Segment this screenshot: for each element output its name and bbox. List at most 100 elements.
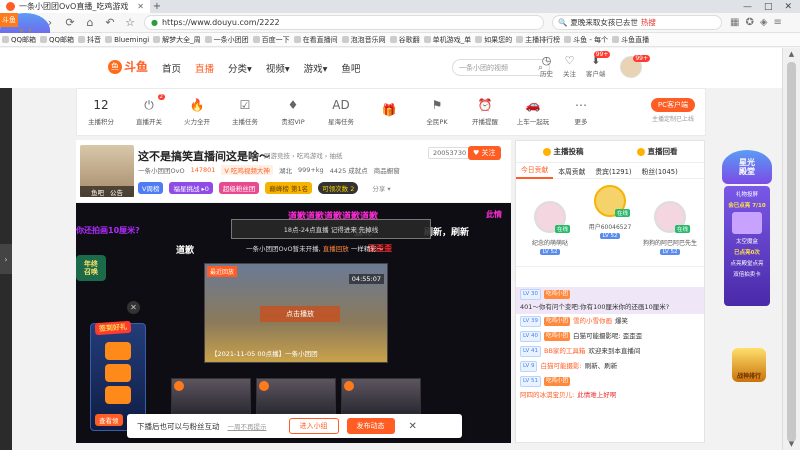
pc-client-button[interactable]: PC客户端 — [650, 98, 695, 112]
peak-rank-badge[interactable]: 巅峰榜 第1名 — [265, 182, 313, 194]
star-hall-activity[interactable]: 星光 殿堂 礼物投屏 会已点亮 7/10 太空魔盒 已点亮0次 点亮殿堂点亮 双倍拍卖卡 — [722, 150, 772, 306]
douyu-logo[interactable]: 鱼 斗鱼 — [108, 58, 148, 75]
tool-item[interactable]: ⚑ 全民PK — [413, 98, 461, 126]
bookmark-item[interactable]: 百度一下 — [252, 35, 290, 45]
replay-player[interactable]: 最近回放 04:55:07 点击播放 【2021-11-05 00点播】一条小团… — [204, 263, 388, 363]
tool-item[interactable]: ☑ 主播任务 — [221, 98, 269, 126]
bookmark-item[interactable]: 抖音 — [78, 35, 101, 45]
user-avatar[interactable]: 99+ — [620, 55, 650, 78]
super-fan-badge[interactable]: 超级粉丝团 — [218, 182, 260, 194]
anchor-name[interactable]: 一条小团团OvO — [138, 165, 185, 175]
room-category[interactable]: 网游竞技 › 吃鸡游戏 › 抽纸 — [264, 150, 342, 160]
tab-today[interactable]: 今日贡献 — [516, 163, 554, 179]
chat-message[interactable]: 阿四的冰淇宝贝儿: 此情难上好啊 — [516, 389, 704, 402]
maximize-button[interactable]: □ — [764, 2, 773, 12]
url-input[interactable]: ● https://www.douyu.com/2222 ★ ▾ — [0, 13, 544, 47]
minimize-button[interactable]: — — [743, 2, 752, 12]
nav-live[interactable]: 直播 — [195, 61, 214, 75]
chat-message[interactable]: LV 41 BB家的工具箱 欢迎来到本直播间 — [516, 344, 704, 359]
gift-icon[interactable]: ◈ — [760, 17, 768, 28]
chat-message[interactable]: LV 39 吃鸡小团 雪的小雪你画 爆笑 — [516, 314, 704, 329]
browser-search-input[interactable]: 🔍 夏晚来取女孩已去世 热搜 — [552, 15, 722, 30]
refresh-icon[interactable]: ⟳ — [64, 16, 76, 29]
follow-list-button[interactable]: ♡ 关注 — [563, 54, 576, 78]
post-update-button[interactable]: 发布动态 — [346, 418, 395, 434]
nav-game[interactable]: 游戏▾ — [304, 61, 328, 75]
bookmark-item[interactable]: 斗鱼直播 — [612, 35, 649, 45]
nav-category[interactable]: 分类▾ — [228, 61, 252, 75]
shop-window[interactable]: 商品橱窗 — [374, 165, 400, 175]
menu-icon[interactable]: ≡ — [774, 17, 782, 28]
replay-thumbnail[interactable] — [341, 378, 421, 414]
bookmark-item[interactable]: 单机游戏_单 — [423, 35, 471, 45]
tool-item[interactable]: ⏰ 开播提醒 — [461, 98, 509, 126]
replay-thumbnail[interactable] — [256, 378, 336, 414]
bookmark-item[interactable]: 解梦大全_周 — [153, 35, 201, 45]
bookmark-item[interactable]: 泡泡音乐网 — [341, 35, 386, 45]
play-button[interactable]: 点击播放 — [260, 306, 340, 322]
history-button[interactable]: ◷ 历史 — [540, 54, 553, 78]
home-icon[interactable]: ⌂ — [84, 16, 96, 29]
pc-client-promo[interactable]: PC客户端 主播定制已上线 — [650, 98, 695, 123]
bookmark-item[interactable]: 如果您的 — [475, 35, 512, 45]
bookmark-item[interactable]: 一条小团团 — [204, 35, 249, 45]
star-hall-card[interactable]: 礼物投屏 会已点亮 7/10 太空魔盒 已点亮0次 点亮殿堂点亮 双倍拍卖卡 — [724, 186, 770, 306]
ranker-3[interactable]: 在线 狗狗的阿巴阿巴先生 LV 52 — [642, 201, 698, 255]
tool-item[interactable]: 🎁 — [365, 103, 413, 121]
page-scrollbar[interactable]: ▲ ▼ — [782, 48, 800, 450]
browser-tab[interactable]: 一条小团团OvO直播_吃鸡游戏 ✕ — [0, 0, 150, 13]
anchor-avatar[interactable]: 鱼吧 公告 — [80, 145, 134, 197]
tool-item[interactable]: ♦ 贵招VIP — [269, 98, 317, 126]
bookmark-star-icon[interactable]: ☆ — [124, 16, 136, 29]
ranker-1[interactable]: 在线 用户60046527 LV 52 — [582, 185, 638, 239]
bookmark-item[interactable]: QQ邮箱 — [40, 35, 74, 45]
bookmark-item[interactable]: Bluemingi — [105, 36, 149, 44]
tool-item[interactable]: ⋯ 更多 — [557, 98, 605, 126]
anchor-post-tab[interactable]: 主播投稿 — [542, 146, 584, 157]
share-button[interactable]: 分享 ▾ — [372, 183, 390, 193]
tool-item[interactable]: ⏻ 直播开关 2 — [125, 94, 173, 126]
close-icon[interactable]: ✕ — [409, 421, 417, 432]
enter-group-button[interactable]: 进入小组 — [288, 418, 339, 434]
war-god-rank[interactable]: 战神排行 — [732, 348, 766, 382]
grid-icon[interactable]: ▦ — [730, 17, 739, 28]
scroll-up-icon[interactable]: ▲ — [783, 50, 800, 58]
nav-home[interactable]: 首页 — [162, 61, 181, 75]
replay-thumbnail[interactable] — [171, 378, 251, 414]
bookmark-item[interactable]: QQ邮箱 — [2, 35, 36, 45]
chat-list[interactable]: LV 30 吃鸡小团 401～你有问个变吧:你有100厘米你的还画10厘米? LV 3… — [516, 287, 704, 443]
tool-item[interactable]: 🚗 上车一起玩 — [509, 98, 557, 126]
claim-count-badge[interactable]: 可领次数 2 — [318, 182, 359, 194]
dismiss-week-link[interactable]: 一周不再提示 — [228, 421, 267, 431]
lucky-challenge-badge[interactable]: 福星挑战 ▸0 — [169, 182, 213, 194]
nav-video[interactable]: 视频▾ — [266, 61, 290, 75]
scroll-thumb[interactable] — [787, 62, 796, 442]
notice-link[interactable]: 公告 — [110, 187, 123, 197]
client-button[interactable]: ⬇ 99+ 客户端 — [586, 51, 611, 78]
game-icon[interactable]: ✪ — [745, 17, 753, 28]
tab-vip[interactable]: 贵宾(1291) — [590, 166, 636, 176]
nav-fishbar[interactable]: 鱼吧 — [341, 61, 360, 75]
bookmark-item[interactable]: 斗鱼 - 每个 — [564, 35, 608, 45]
video-area[interactable]: 道歉道歉道歉道歉道歉 此情 你还拍画10厘米? 道歉 猛呢 歪歪歪 刷新，刷新 … — [76, 203, 511, 443]
chat-message[interactable]: LV 51 吃鸡小团 — [516, 374, 704, 389]
replay-link[interactable]: 直播回放 — [323, 245, 349, 253]
tool-item[interactable]: AD 星海任务 — [317, 98, 365, 126]
ranker-2[interactable]: 在线 纪念的萌萌哒 LV 52 — [522, 201, 578, 255]
signin-footer[interactable]: 查看领 — [95, 414, 123, 426]
site-search-input[interactable]: 一条小团的视频 ⌕ — [452, 59, 550, 76]
undo-icon[interactable]: ↶ — [104, 16, 116, 29]
fishbar-link[interactable]: 鱼吧 — [91, 187, 104, 197]
bookmark-item[interactable]: 主播排行榜 — [516, 35, 560, 45]
weekly-rank-badge[interactable]: V周榜 — [138, 182, 164, 194]
year-end-badge[interactable]: 年终 召唤 — [76, 255, 106, 281]
close-window-button[interactable]: ✕ — [784, 2, 792, 12]
chat-message[interactable]: LV 40 吃鸡小团 白猫可能摄影呢: 歪歪歪 — [516, 329, 704, 344]
sidebar-expand-icon[interactable]: › — [0, 244, 12, 274]
follow-button[interactable]: ♥ 关注 — [468, 146, 501, 160]
tab-week[interactable]: 本周贡献 — [553, 166, 590, 176]
tool-item[interactable]: 🔥 火力全开 — [173, 98, 221, 126]
new-tab-button[interactable]: + — [150, 1, 164, 12]
tab-close-icon[interactable]: ✕ — [137, 2, 144, 11]
bookmark-item[interactable]: 谷歌翻 — [389, 35, 420, 45]
